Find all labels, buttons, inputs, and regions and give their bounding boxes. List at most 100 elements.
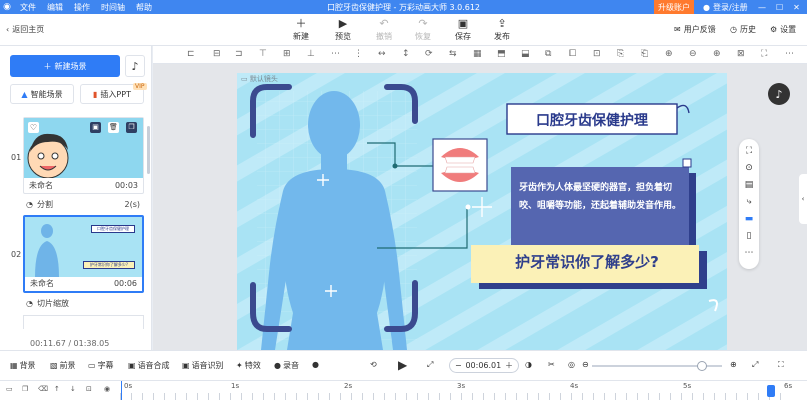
rewind-icon[interactable]: ⟲ — [370, 360, 377, 369]
rotate-icon[interactable]: ⟳ — [425, 49, 433, 59]
upgrade-button[interactable]: 升级账户 — [654, 0, 694, 14]
ungroup-icon[interactable]: ⧠ — [569, 49, 576, 59]
menu-operate[interactable]: 操作 — [74, 2, 90, 13]
distribute-v-icon[interactable]: ⋮ — [354, 49, 363, 59]
end-marker[interactable] — [767, 385, 775, 397]
trash-icon[interactable]: 🗑 — [108, 122, 119, 133]
play-button[interactable]: ▶ — [398, 358, 407, 372]
current-time-box[interactable]: − 00:06.01 ＋ — [449, 358, 519, 373]
publish-button[interactable]: ⇪ 发布 — [487, 17, 517, 42]
effects-button[interactable]: ✦ 特效 — [236, 360, 261, 371]
save-button[interactable]: ▣ 保存 — [448, 17, 478, 42]
align-top-icon[interactable]: ⊤ — [259, 49, 267, 59]
up-icon[interactable]: ↑ — [54, 385, 60, 393]
scene-card-1[interactable]: ♡ ▣ 🗑 ❐ 未命名 00:03 — [23, 117, 144, 194]
scene-card-3[interactable] — [23, 315, 144, 329]
stage-canvas[interactable]: ▭ 默认镜头 口腔牙齿保健护理 牙齿作为人体最坚硬的器官，担负着切咬、咀嚼等功能… — [237, 73, 727, 350]
panel-collapse-handle[interactable]: ‹ — [799, 174, 807, 224]
unlock-icon[interactable]: ⊙ — [745, 163, 753, 173]
zoom-in-icon[interactable]: ⊕ — [730, 360, 737, 369]
menu-file[interactable]: 文件 — [20, 2, 36, 13]
music-button[interactable]: ♪ — [125, 55, 145, 77]
flip-icon[interactable]: ⇆ — [449, 49, 457, 59]
plus-icon[interactable]: ＋ — [505, 360, 513, 371]
lock-icon[interactable]: ⊡ — [86, 385, 92, 393]
more-icon[interactable]: ⋯ — [745, 248, 754, 258]
tts-button[interactable]: ▣ 语音合成 — [128, 360, 170, 371]
record-button[interactable]: ● 录音 — [274, 360, 299, 371]
eye-icon[interactable]: ◉ — [104, 385, 110, 393]
scene-card-2[interactable]: 口腔牙齿保健护理 护牙常识你了解多少? 未命名 00:06 — [23, 215, 144, 293]
menu-help[interactable]: 帮助 — [136, 2, 152, 13]
cut-icon[interactable]: ✂ — [548, 360, 555, 369]
stage-description[interactable]: 牙齿作为人体最坚硬的器官，担负着切咬、咀嚼等功能，还起着辅助发音作用。 — [519, 179, 683, 215]
timeline-ruler[interactable] — [120, 393, 790, 400]
layer-down-icon[interactable]: ⬓ — [521, 49, 530, 59]
toggle-switch[interactable]: ◑ — [525, 360, 532, 369]
scene-edit-icon[interactable]: ▣ — [90, 122, 101, 133]
zoom-fit-icon[interactable]: ⊕ — [665, 49, 673, 59]
pointer-icon[interactable]: ⤷ — [746, 197, 751, 207]
minimize-icon[interactable]: — — [758, 3, 766, 12]
copy-icon[interactable]: ❐ — [126, 122, 137, 133]
align-center-icon[interactable]: ⊟ — [213, 49, 221, 59]
copy-icon[interactable]: ❐ — [22, 385, 28, 393]
more-icon[interactable]: ⋯ — [785, 49, 794, 59]
align-middle-icon[interactable]: ⊞ — [283, 49, 291, 59]
smart-scene-button[interactable]: ▲ 智能场景 — [10, 84, 74, 104]
same-height-icon[interactable]: ↕ — [402, 49, 410, 59]
zoom-in-icon[interactable]: ⊕ — [713, 49, 721, 59]
feedback-button[interactable]: ✉ 用户反馈 — [674, 24, 716, 35]
grid-icon[interactable]: ▦ — [473, 49, 482, 59]
undo-button[interactable]: ↶ 撤销 — [369, 17, 399, 42]
music-float-button[interactable]: ♪ — [768, 83, 790, 105]
paste-style-icon[interactable]: ⎗ — [641, 49, 648, 59]
preview-button[interactable]: ▶ 预览 — [328, 17, 358, 42]
actual-size-icon[interactable]: ⊠ — [737, 49, 745, 59]
history-button[interactable]: ◷ 历史 — [730, 24, 756, 35]
fit-timeline-icon[interactable]: ⤢ — [752, 360, 758, 370]
group-icon[interactable]: ⧉ — [545, 49, 551, 59]
settings-button[interactable]: ⚙ 设置 — [770, 24, 796, 35]
distribute-h-icon[interactable]: ⋯ — [331, 49, 340, 59]
align-right-icon[interactable]: ⊐ — [235, 49, 243, 59]
person-icon[interactable]: ● — [312, 360, 319, 369]
folder-icon[interactable]: ▭ — [6, 385, 13, 393]
redo-button[interactable]: ↷ 恢复 — [408, 17, 438, 42]
minus-icon[interactable]: − — [455, 361, 462, 370]
scene-scrollbar[interactable] — [147, 126, 150, 174]
zoom-out-icon[interactable]: ⊖ — [689, 49, 697, 59]
close-icon[interactable]: ✕ — [793, 3, 800, 12]
foreground-button[interactable]: ▧ 前景 — [50, 360, 76, 371]
menu-timeline[interactable]: 时间轴 — [101, 2, 125, 13]
align-left-icon[interactable]: ⊏ — [187, 49, 195, 59]
playhead[interactable] — [121, 381, 122, 400]
crop-icon[interactable]: ⛶ — [746, 146, 752, 156]
align-bottom-icon[interactable]: ⊥ — [307, 49, 315, 59]
layer-up-icon[interactable]: ⬒ — [497, 49, 506, 59]
monitor-icon[interactable]: ▬ — [745, 214, 754, 224]
transition-item[interactable]: ◔ 分割 2(s) — [26, 199, 140, 210]
down-icon[interactable]: ↓ — [70, 385, 76, 393]
login-button[interactable]: ● 登录/注册 — [703, 0, 748, 14]
zoom-slider-knob[interactable] — [697, 361, 707, 371]
same-width-icon[interactable]: ↔ — [378, 49, 386, 59]
stage-title[interactable]: 口腔牙齿保健护理 — [513, 110, 671, 130]
background-button[interactable]: ▦ 背景 — [10, 360, 36, 371]
lock-icon[interactable]: ⊡ — [593, 49, 601, 59]
transition-item[interactable]: ◔ 切片缩放 — [26, 298, 140, 309]
favorite-icon[interactable]: ♡ — [28, 122, 39, 133]
subtitle-button[interactable]: ▭ 字幕 — [88, 360, 114, 371]
phone-icon[interactable]: ▯ — [747, 231, 752, 241]
fullscreen-icon[interactable]: ⛶ — [778, 360, 784, 370]
stage-question[interactable]: 护牙常识你了解多少? — [477, 251, 697, 272]
lock-icon[interactable]: ▤ — [745, 180, 754, 190]
zoom-out-icon[interactable]: ⊖ — [582, 360, 589, 369]
fullscreen-icon[interactable]: ⛶ — [761, 49, 767, 59]
menu-edit[interactable]: 编辑 — [47, 2, 63, 13]
new-button[interactable]: ＋ 新建 — [286, 17, 316, 42]
trash-icon[interactable]: ⌫ — [38, 385, 48, 393]
copy-style-icon[interactable]: ⎘ — [617, 49, 624, 59]
speech-recognition-button[interactable]: ▣ 语音识别 — [182, 360, 224, 371]
camera-icon[interactable]: ◎ — [568, 360, 575, 369]
